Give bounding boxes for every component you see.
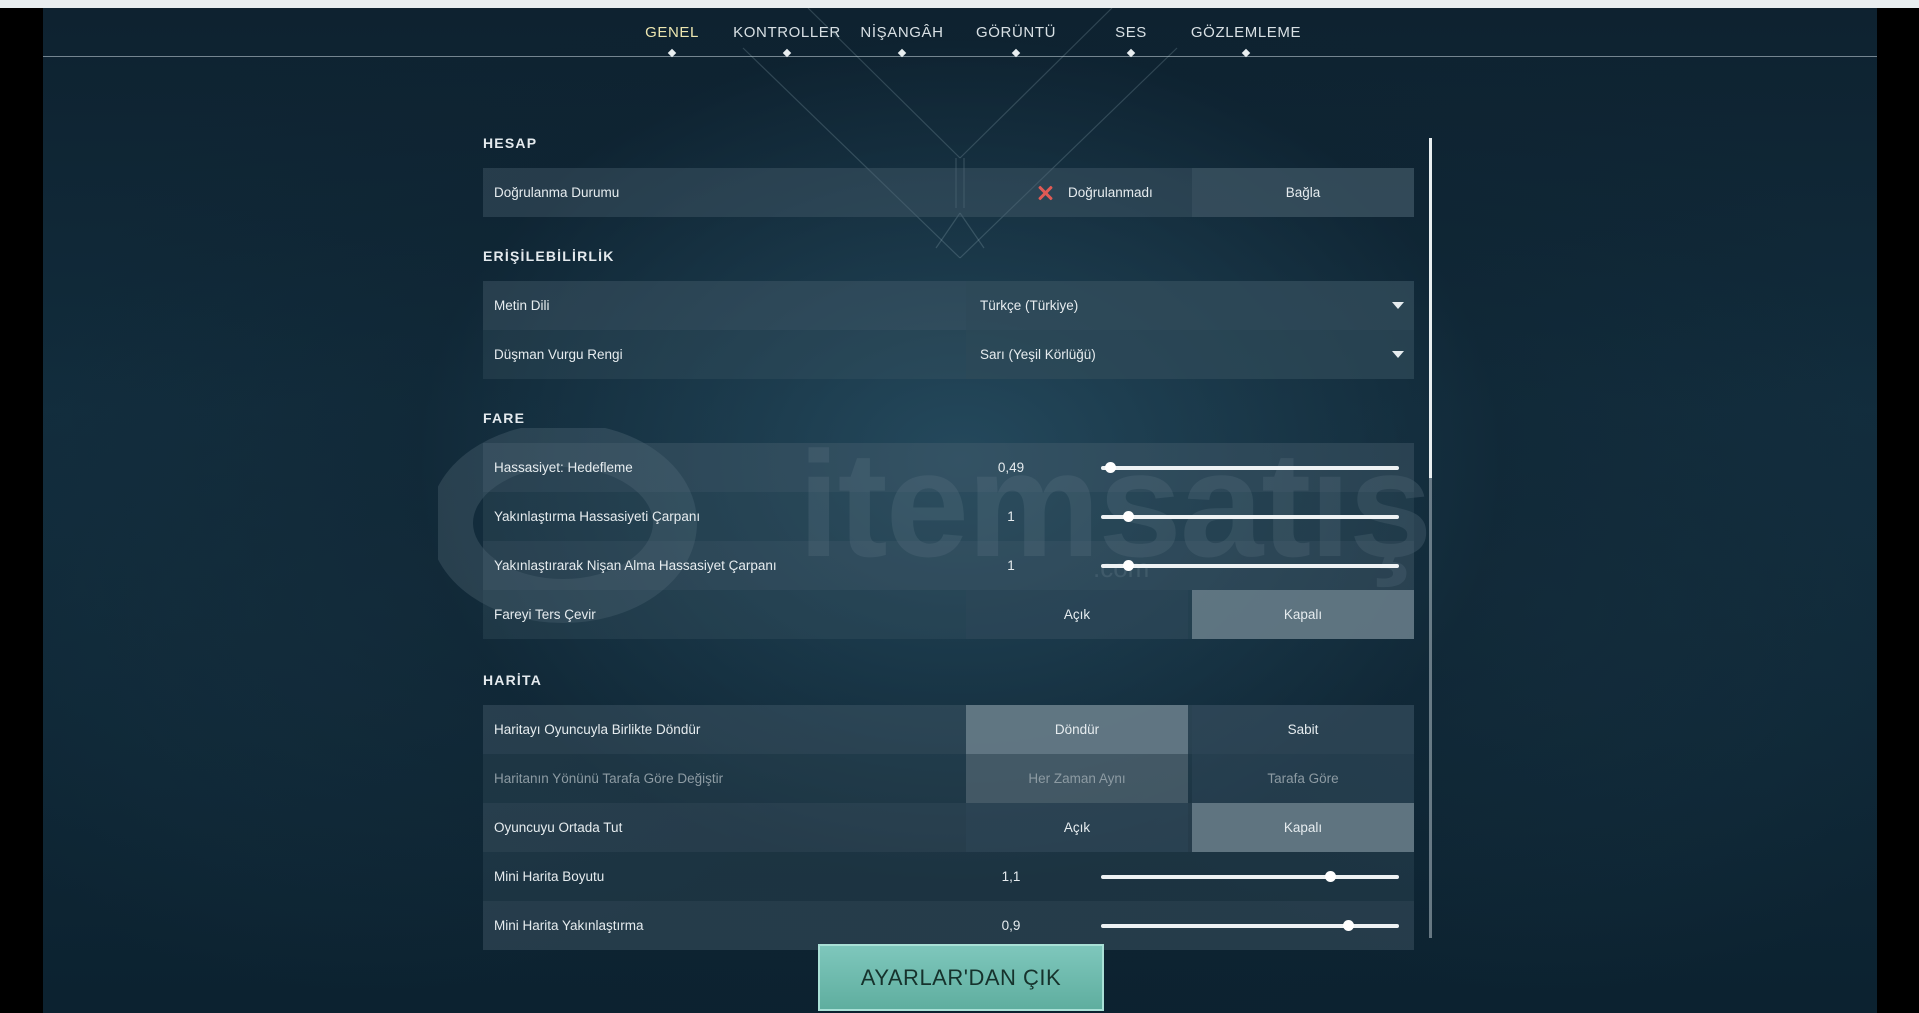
text-language-dropdown[interactable]: Türkçe (Türkiye)	[966, 281, 1414, 330]
section-title-harita: HARİTA	[483, 672, 543, 688]
setting-row-dusman-rengi: Düşman Vurgu Rengi Sarı (Yeşil Körlüğü)	[483, 330, 1414, 379]
verification-status: Doğrulanmadı	[966, 168, 1188, 217]
setting-row-yakinlastirma: Yakınlaştırma Hassasiyeti Çarpanı 1	[483, 492, 1414, 541]
keep-centered-on-button[interactable]: Açık	[966, 803, 1188, 852]
setting-row-ortada-tut: Oyuncuyu Ortada Tut Açık Kapalı	[483, 803, 1414, 852]
by-side-button[interactable]: Tarafa Göre	[1192, 754, 1414, 803]
caret-down-icon	[1392, 302, 1404, 309]
fixed-map-button[interactable]: Sabit	[1192, 705, 1414, 754]
rotate-map-button[interactable]: Döndür	[966, 705, 1188, 754]
minimap-size-slider[interactable]	[1101, 871, 1399, 882]
nisan-alma-control: 1	[966, 541, 1414, 590]
sensitivity-slider[interactable]	[1101, 462, 1399, 473]
slider-thumb[interactable]	[1122, 560, 1134, 571]
tab-nisangah[interactable]: NİŞANGÂH	[860, 24, 943, 41]
section-title-erisilebilirlik: ERİŞİLEBİLİRLİK	[483, 248, 615, 264]
setting-row-harita-dondur: Haritayı Oyuncuyla Birlikte Döndür Döndü…	[483, 705, 1414, 754]
harita-yon-control: Her Zaman Aynı Tarafa Göre	[966, 754, 1414, 803]
connect-button[interactable]: Bağla	[1192, 168, 1414, 217]
setting-label: Düşman Vurgu Rengi	[494, 347, 623, 362]
ortada-tut-control: Açık Kapalı	[966, 803, 1414, 852]
invert-mouse-off-button[interactable]: Kapalı	[1192, 590, 1414, 639]
setting-row-nisan-alma: Yakınlaştırarak Nişan Alma Hassasiyet Ça…	[483, 541, 1414, 590]
setting-label: Yakınlaştırma Hassasiyeti Çarpanı	[494, 509, 701, 524]
top-strip	[0, 0, 1919, 8]
section-title-hesap: HESAP	[483, 135, 538, 151]
setting-label: Yakınlaştırarak Nişan Alma Hassasiyet Ça…	[494, 558, 777, 573]
caret-down-icon	[1392, 351, 1404, 358]
dropdown-value: Türkçe (Türkiye)	[980, 298, 1079, 313]
settings-tabs: GENEL KONTROLLER NİŞANGÂH GÖRÜNTÜ SES GÖ…	[43, 8, 1877, 68]
setting-label: Haritanın Yönünü Tarafa Göre Değiştir	[494, 771, 724, 786]
slider-value: 0,49	[997, 460, 1025, 475]
slider-thumb[interactable]	[1325, 871, 1337, 882]
ads-sensitivity-slider[interactable]	[1101, 560, 1399, 571]
ters-cevir-control: Açık Kapalı	[966, 590, 1414, 639]
verification-status-text: Doğrulanmadı	[1068, 185, 1153, 200]
tab-kontroller[interactable]: KONTROLLER	[733, 24, 841, 41]
setting-label: Oyuncuyu Ortada Tut	[494, 820, 623, 835]
slider-thumb[interactable]	[1104, 462, 1116, 473]
exit-settings-button[interactable]: AYARLAR'DAN ÇIK	[818, 944, 1104, 1011]
dogrulama-control: Doğrulanmadı Bağla	[966, 168, 1414, 217]
setting-row-metin-dili: Metin Dili Türkçe (Türkiye)	[483, 281, 1414, 330]
setting-label: Haritayı Oyuncuyla Birlikte Döndür	[494, 722, 701, 737]
slider-value: 1	[1007, 558, 1015, 573]
setting-row-ters-cevir: Fareyi Ters Çevir Açık Kapalı	[483, 590, 1414, 639]
scrollbar-thumb[interactable]	[1429, 138, 1432, 478]
mini-harita-boyutu-control: 1,1	[966, 852, 1414, 901]
slider-thumb[interactable]	[1122, 511, 1134, 522]
settings-scrollbar[interactable]	[1429, 138, 1432, 938]
tab-ses[interactable]: SES	[1115, 24, 1147, 41]
tab-divider	[43, 56, 1877, 57]
dusman-rengi-control: Sarı (Yeşil Körlüğü)	[966, 330, 1414, 379]
setting-label: Mini Harita Boyutu	[494, 869, 605, 884]
enemy-highlight-dropdown[interactable]: Sarı (Yeşil Körlüğü)	[966, 330, 1414, 379]
setting-row-harita-yon: Haritanın Yönünü Tarafa Göre Değiştir He…	[483, 754, 1414, 803]
slider-value: 1,1	[1001, 869, 1021, 884]
harita-dondur-control: Döndür Sabit	[966, 705, 1414, 754]
setting-label: Fareyi Ters Çevir	[494, 607, 596, 622]
setting-label: Mini Harita Yakınlaştırma	[494, 918, 644, 933]
tab-gozlemleme[interactable]: GÖZLEMLEME	[1191, 24, 1301, 41]
x-icon	[1037, 185, 1053, 201]
mini-harita-yakinlastirma-control: 0,9	[966, 901, 1414, 950]
section-title-fare: FARE	[483, 410, 526, 426]
setting-row-hassasiyet: Hassasiyet: Hedefleme 0,49	[483, 443, 1414, 492]
invert-mouse-on-button[interactable]: Açık	[966, 590, 1188, 639]
setting-label: Doğrulanma Durumu	[494, 185, 620, 200]
minimap-zoom-slider[interactable]	[1101, 920, 1399, 931]
always-same-button[interactable]: Her Zaman Aynı	[966, 754, 1188, 803]
zoom-sensitivity-slider[interactable]	[1101, 511, 1399, 522]
slider-thumb[interactable]	[1343, 920, 1355, 931]
tab-genel[interactable]: GENEL	[645, 24, 699, 41]
slider-value: 0,9	[1001, 918, 1021, 933]
yakinlastirma-control: 1	[966, 492, 1414, 541]
slider-value: 1	[1007, 509, 1015, 524]
settings-screen: itemsatış .com GENEL KONTROLLER NİŞANGÂH…	[43, 8, 1877, 1013]
dropdown-value: Sarı (Yeşil Körlüğü)	[980, 347, 1096, 362]
tab-goruntu[interactable]: GÖRÜNTÜ	[976, 24, 1056, 41]
metin-dili-control: Türkçe (Türkiye)	[966, 281, 1414, 330]
setting-label: Hassasiyet: Hedefleme	[494, 460, 633, 475]
setting-row-dogrulama: Doğrulanma Durumu Doğrulanmadı Bağla	[483, 168, 1414, 217]
keep-centered-off-button[interactable]: Kapalı	[1192, 803, 1414, 852]
setting-row-mini-harita-yakinlastirma: Mini Harita Yakınlaştırma 0,9	[483, 901, 1414, 950]
hassasiyet-control: 0,49	[966, 443, 1414, 492]
setting-label: Metin Dili	[494, 298, 550, 313]
setting-row-mini-harita-boyutu: Mini Harita Boyutu 1,1	[483, 852, 1414, 901]
